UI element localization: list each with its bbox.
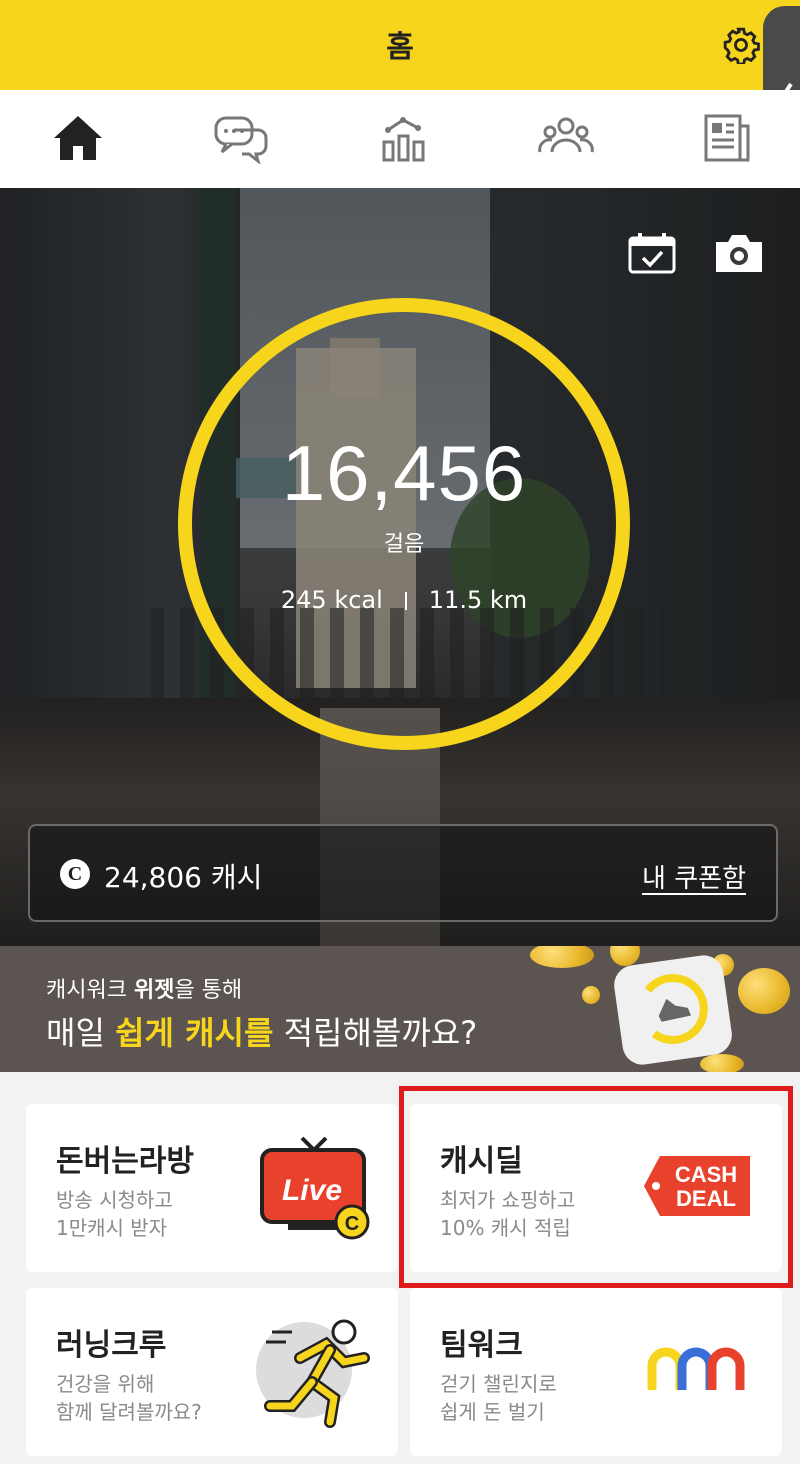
live-tv-icon: Live C bbox=[260, 1136, 370, 1240]
top-nav bbox=[0, 90, 800, 188]
cash-balance-bar[interactable]: C 24,806 캐시 내 쿠폰함 bbox=[28, 824, 778, 922]
chart-icon bbox=[382, 117, 425, 162]
card-live-broadcast[interactable]: 돈버는라방 방송 시청하고 1만캐시 받자 Live C bbox=[26, 1104, 398, 1272]
nav-group[interactable] bbox=[538, 112, 594, 164]
coin-decoration bbox=[738, 968, 790, 1014]
step-hero: 16,456 걸음 245 kcal 11.5 km C 24,806 캐시 내 … bbox=[0, 188, 800, 946]
cash-amount: 24,806 캐시 bbox=[104, 861, 263, 894]
calendar-check-icon[interactable] bbox=[628, 232, 678, 274]
home-icon bbox=[54, 116, 102, 160]
people-icon bbox=[538, 117, 594, 153]
card-teamwork[interactable]: 팀워크 걷기 챌린지로 쉽게 돈 벌기 bbox=[410, 1288, 782, 1456]
camera-icon[interactable] bbox=[714, 232, 764, 274]
gear-icon[interactable] bbox=[722, 26, 760, 64]
page-title: 홈 bbox=[386, 30, 414, 65]
card-subtitle: 건강을 위해 bbox=[56, 1372, 155, 1396]
banner-line-1: 캐시워크 위젯을 통해 bbox=[46, 972, 242, 1004]
shoe-icon bbox=[658, 998, 691, 1022]
distance-value: 11.5 km bbox=[428, 586, 528, 614]
widget-promo-banner[interactable]: 캐시워크 위젯을 통해 매일 쉽게 캐시를 적립해볼까요? bbox=[0, 946, 800, 1072]
calorie-value: 245 kcal bbox=[280, 586, 383, 614]
cash-coin-icon: C bbox=[60, 859, 90, 889]
card-title: 돈버는라방 bbox=[56, 1144, 194, 1179]
banner-line-1-bold: 위젯 bbox=[133, 978, 175, 1003]
banner-line-2-highlight: 쉽게 캐시를 bbox=[115, 1014, 274, 1052]
chat-icon bbox=[214, 116, 268, 166]
app-header: 홈 bbox=[0, 0, 800, 90]
runner-icon bbox=[256, 1319, 370, 1428]
step-count-label: 걸음 bbox=[383, 532, 425, 557]
card-subtitle: 걷기 챌린지로 bbox=[440, 1372, 557, 1396]
live-coin-symbol: C bbox=[345, 1213, 359, 1235]
nav-chat[interactable] bbox=[212, 112, 268, 166]
banner-line-1-pre: 캐시워크 bbox=[46, 978, 134, 1003]
banner-line-2: 매일 쉽게 캐시를 적립해볼까요? bbox=[46, 1008, 477, 1054]
banner-line-1-post: 을 통해 bbox=[174, 978, 243, 1003]
step-count: 16,456 bbox=[281, 429, 527, 517]
teamwork-arches-icon bbox=[647, 1347, 745, 1390]
coin-decoration bbox=[582, 986, 600, 1004]
widget-preview-icon bbox=[611, 952, 735, 1068]
nav-home[interactable] bbox=[50, 112, 106, 164]
news-icon bbox=[704, 114, 750, 162]
card-subtitle: 1만캐시 받자 bbox=[56, 1216, 168, 1240]
my-coupon-link[interactable]: 내 쿠폰함 bbox=[642, 858, 746, 895]
nav-stats[interactable] bbox=[376, 112, 432, 164]
coin-decoration bbox=[700, 1054, 744, 1072]
nav-news[interactable] bbox=[700, 112, 756, 164]
banner-line-2-pre: 매일 bbox=[46, 1014, 116, 1052]
live-icon-text: Live bbox=[282, 1174, 342, 1207]
step-progress-ring bbox=[178, 298, 630, 750]
coin-decoration bbox=[610, 946, 640, 966]
card-title: 러닝크루 bbox=[56, 1328, 167, 1363]
calorie-distance-stats: 245 kcal 11.5 km bbox=[178, 586, 630, 614]
card-title: 팀워크 bbox=[440, 1328, 523, 1363]
card-subtitle: 쉽게 돈 벌기 bbox=[440, 1400, 545, 1424]
banner-line-2-post: 적립해볼까요? bbox=[273, 1014, 478, 1052]
card-subtitle: 함께 달려볼까요? bbox=[56, 1400, 202, 1424]
stats-divider bbox=[404, 592, 407, 610]
coin-decoration bbox=[530, 946, 594, 968]
selection-highlight-box bbox=[399, 1086, 793, 1288]
card-running-crew[interactable]: 러닝크루 건강을 위해 함께 달려볼까요? bbox=[26, 1288, 398, 1456]
card-subtitle: 방송 시청하고 bbox=[56, 1188, 173, 1212]
